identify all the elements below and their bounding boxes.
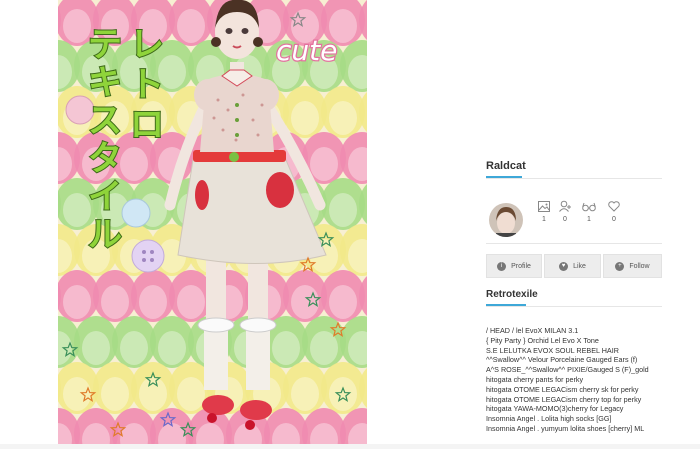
divider bbox=[486, 243, 662, 244]
profile-button[interactable]: i Profile bbox=[486, 254, 542, 278]
scallop-pattern bbox=[177, 377, 205, 411]
avatar[interactable] bbox=[489, 203, 523, 237]
credit-line: A^S ROSE_^^Swallow^^ PIXIE/Gauged S (F)_… bbox=[486, 365, 649, 375]
scallop-pattern bbox=[139, 285, 167, 319]
credit-line: Insomnia Angel . yumyum lolita shoes [ch… bbox=[486, 423, 645, 433]
credit-line: ^^Swallow^^ Velour Porcelaine Gauged Ear… bbox=[486, 355, 638, 365]
scallop-pattern bbox=[82, 331, 110, 365]
stat-followers[interactable]: 1 bbox=[579, 199, 599, 223]
user-add-icon bbox=[555, 199, 575, 213]
credit-line: hitogata YAWA-MOMO(3)cherry for Legacy bbox=[486, 404, 624, 414]
stat-following-value: 0 bbox=[563, 216, 567, 223]
bottom-scrollbar-track[interactable] bbox=[0, 444, 700, 449]
like-button[interactable]: ♥ Like bbox=[544, 254, 601, 278]
scallop-pattern bbox=[63, 9, 91, 43]
page: レトロテキスタイル cute Raldcat 1 0 1 0 i Profile… bbox=[0, 0, 700, 449]
divider bbox=[486, 178, 662, 179]
scallop-pattern bbox=[329, 285, 357, 319]
divider bbox=[486, 306, 662, 307]
scallop-pattern bbox=[329, 377, 357, 411]
main-photo[interactable]: レトロテキスタイル cute bbox=[58, 0, 367, 449]
stat-likes[interactable]: 0 bbox=[604, 199, 624, 223]
scallop-pattern bbox=[329, 101, 357, 135]
scallop-pattern bbox=[329, 193, 357, 227]
heart-icon bbox=[604, 199, 624, 213]
cute-sticker-text: cute bbox=[276, 34, 337, 67]
profile-button-label: Profile bbox=[511, 262, 531, 270]
credit-line: hitogata OTOME LEGACism cherry top for p… bbox=[486, 394, 642, 404]
stat-followers-value: 1 bbox=[587, 216, 591, 223]
scallop-pattern bbox=[291, 101, 319, 135]
scallop-pattern bbox=[120, 147, 148, 181]
credit-line: / HEAD / lel EvoX MILAN 3.1 bbox=[486, 326, 579, 335]
credit-line: hitogata OTOME LEGACism cherry sk for pe… bbox=[486, 384, 639, 394]
stat-images-value: 1 bbox=[542, 216, 546, 223]
credit-line: hitogata cherry pants for perky bbox=[486, 374, 584, 384]
scallop-pattern bbox=[120, 331, 148, 365]
like-button-label: Like bbox=[573, 262, 586, 270]
heart-icon: ♥ bbox=[559, 261, 569, 271]
scallop-pattern bbox=[272, 331, 300, 365]
scallop-pattern bbox=[310, 147, 338, 181]
scallop-pattern bbox=[139, 377, 167, 411]
scallop-pattern bbox=[291, 285, 319, 319]
post-title: Retrotexile bbox=[486, 289, 538, 300]
scallop-pattern bbox=[63, 285, 91, 319]
follow-button[interactable]: + Follow bbox=[603, 254, 662, 278]
scallop-pattern bbox=[158, 331, 186, 365]
scallop-pattern bbox=[63, 377, 91, 411]
stat-likes-value: 0 bbox=[612, 216, 616, 223]
credit-line: { Pity Party } Orchid Lel Evo X Tone bbox=[486, 335, 599, 345]
stat-following[interactable]: 0 bbox=[555, 199, 575, 223]
scallop-pattern bbox=[63, 193, 91, 227]
follow-button-label: Follow bbox=[629, 262, 650, 270]
info-icon: i bbox=[497, 261, 507, 271]
credit-line: Insomnia Angel . Lolita high socks [GG] bbox=[486, 414, 612, 424]
sidebar-panel: Raldcat 1 0 1 0 i Profile ♥ Like + Follo… bbox=[486, 0, 662, 449]
glasses-icon bbox=[579, 199, 599, 213]
credit-line: S.E LELUTKA EVOX SOUL REBEL HAIR bbox=[486, 345, 619, 355]
scallop-pattern bbox=[101, 377, 129, 411]
scallop-pattern bbox=[291, 377, 319, 411]
image-icon bbox=[534, 199, 554, 213]
credits-list: / HEAD / lel EvoX MILAN 3.1 { Pity Party… bbox=[486, 326, 686, 434]
scallop-pattern bbox=[177, 285, 205, 319]
scallop-pattern bbox=[101, 285, 129, 319]
stat-images[interactable]: 1 bbox=[534, 199, 554, 223]
username[interactable]: Raldcat bbox=[486, 160, 526, 172]
plus-icon: + bbox=[615, 261, 625, 271]
scallop-pattern bbox=[177, 9, 205, 43]
